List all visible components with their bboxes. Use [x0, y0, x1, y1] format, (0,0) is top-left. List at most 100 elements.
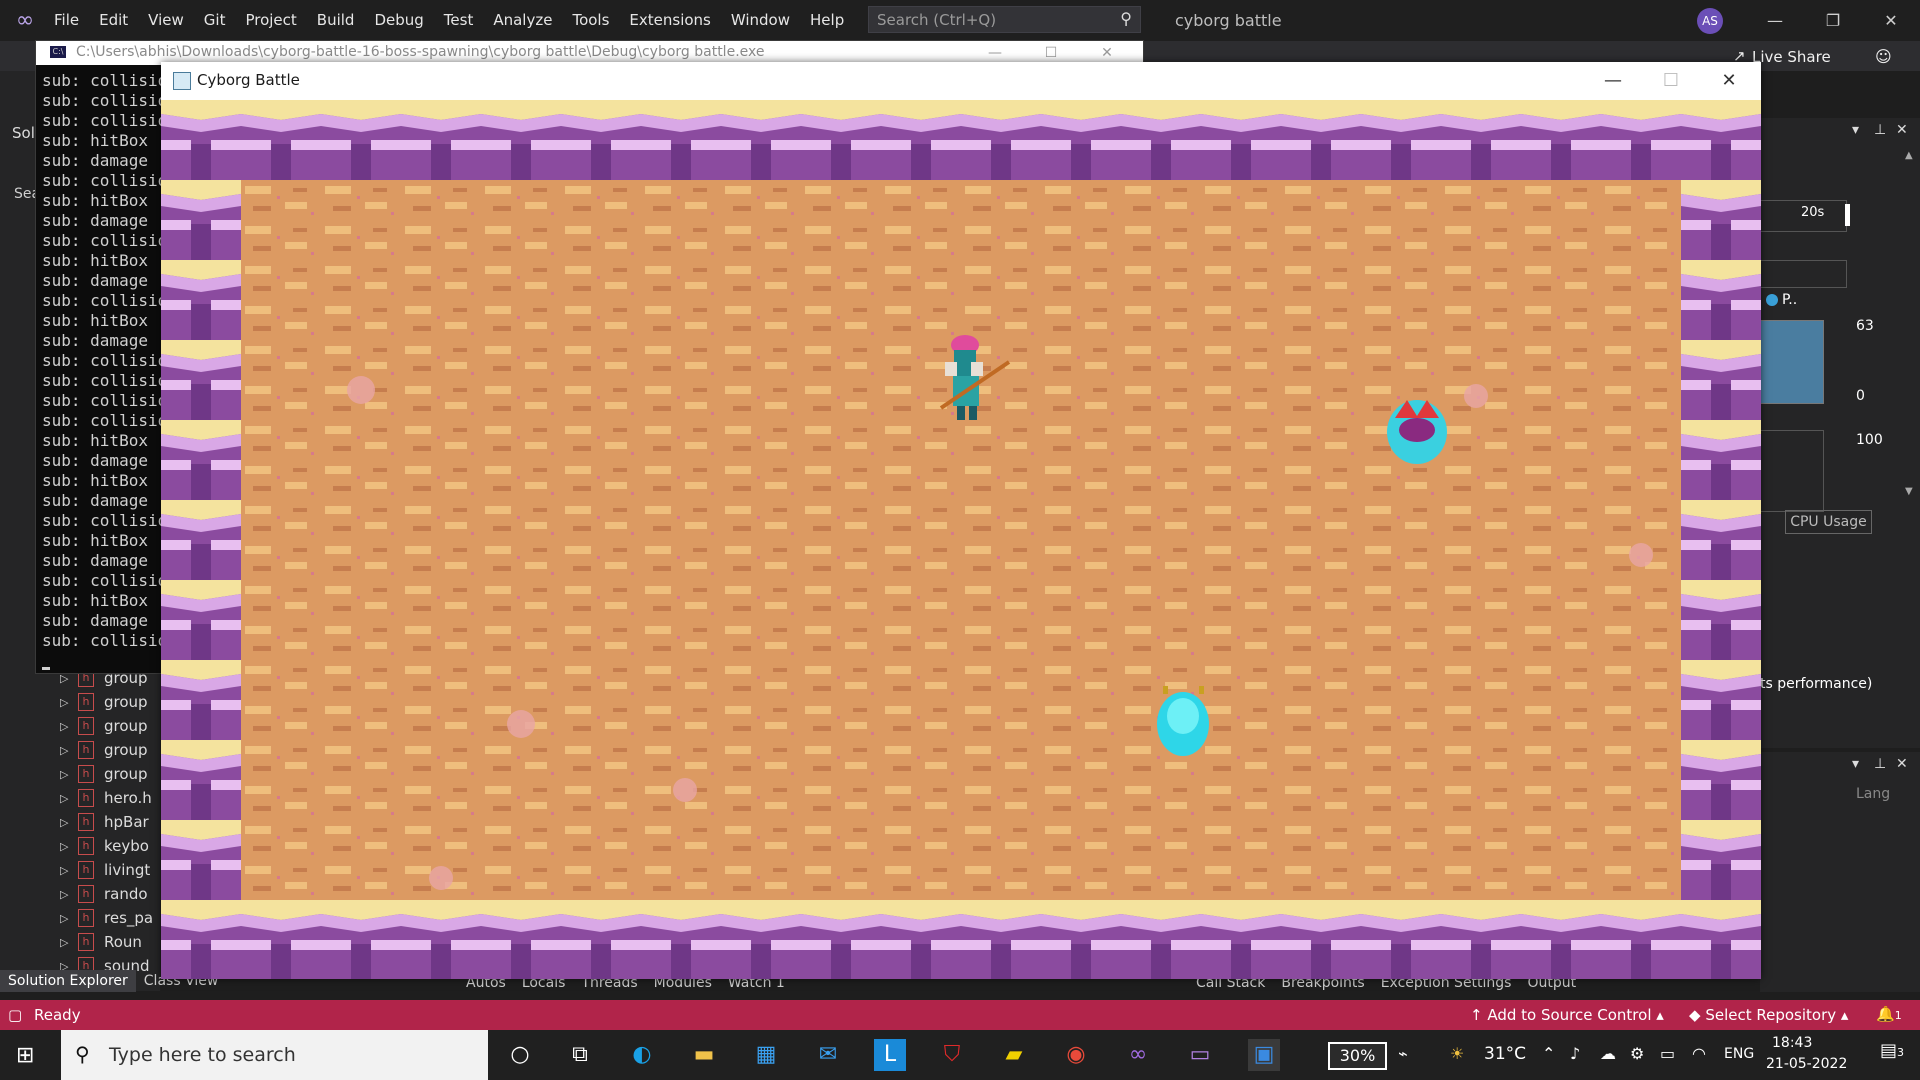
cpu-usage-tab[interactable]: CPU Usage [1785, 510, 1872, 534]
chevron-down-icon[interactable]: ▾ [1852, 756, 1859, 772]
game-minimize-icon[interactable]: — [1584, 62, 1642, 100]
notifications-bell-icon[interactable]: 🔔1 [1876, 1005, 1902, 1023]
edge-icon[interactable]: ◐ [626, 1039, 658, 1071]
cpu-max-label: 100 [1856, 432, 1883, 448]
menu-edit[interactable]: Edit [89, 0, 138, 41]
game-app-taskbar-icon[interactable]: ▣ [1248, 1039, 1280, 1071]
menu-window[interactable]: Window [721, 0, 800, 41]
restore-icon[interactable]: ❐ [1820, 8, 1846, 34]
scroll-down-icon[interactable]: ▼ [1905, 486, 1913, 497]
game-window[interactable]: Cyborg Battle — ☐ ✕ [161, 62, 1761, 979]
solution-tree-item[interactable]: ▷ h keybo [60, 834, 149, 858]
close-icon[interactable]: ✕ [1878, 8, 1904, 34]
plug-icon[interactable]: ⌁ [1398, 1044, 1408, 1063]
feedback-icon[interactable]: ☺ [1875, 47, 1892, 66]
header-file-icon: h [78, 741, 94, 759]
menu-test[interactable]: Test [434, 0, 484, 41]
sticky-notes-icon[interactable]: ▰ [998, 1039, 1030, 1071]
select-repository-button[interactable]: ◆ Select Repository ▴ [1689, 1006, 1848, 1024]
expand-arrow-icon[interactable]: ▷ [60, 792, 78, 805]
file-explorer-icon[interactable]: ▬ [688, 1039, 720, 1071]
chevron-up-icon[interactable]: ⌃ [1542, 1044, 1555, 1063]
solution-tree-item[interactable]: ▷ h Roun [60, 930, 142, 954]
expand-arrow-icon[interactable]: ▷ [60, 840, 78, 853]
expand-arrow-icon[interactable]: ▷ [60, 720, 78, 733]
volume-icon[interactable]: ♪ [1570, 1044, 1580, 1063]
temperature[interactable]: 31°C [1484, 1044, 1526, 1064]
tree-item-label: keybo [104, 837, 149, 855]
menu-git[interactable]: Git [194, 0, 236, 41]
menu-analyze[interactable]: Analyze [483, 0, 562, 41]
tree-item-label: livingt [104, 861, 151, 879]
panel-close-icon[interactable]: ✕ [1896, 756, 1908, 772]
game-canvas[interactable] [161, 100, 1761, 979]
expand-arrow-icon[interactable]: ▷ [60, 744, 78, 757]
network-icon[interactable]: ▭ [1660, 1044, 1675, 1063]
menu-project[interactable]: Project [235, 0, 306, 41]
game-maximize-icon[interactable]: ☐ [1642, 62, 1700, 100]
tab-solution-explorer[interactable]: Solution Explorer [0, 970, 136, 992]
menu-view[interactable]: View [138, 0, 194, 41]
header-file-icon: h [78, 813, 94, 831]
expand-arrow-icon[interactable]: ▷ [60, 696, 78, 709]
menu-debug[interactable]: Debug [364, 0, 433, 41]
solution-tree-item[interactable]: ▷ h group [60, 690, 148, 714]
timeline-marker[interactable] [1845, 204, 1850, 226]
scroll-up-icon[interactable]: ▲ [1905, 150, 1913, 161]
wifi-icon[interactable]: ◠ [1692, 1044, 1706, 1063]
app-l-icon[interactable]: L [874, 1039, 906, 1071]
solution-tree-item[interactable]: ▷ h group [60, 738, 148, 762]
task-view-icon[interactable]: ⧉ [564, 1039, 596, 1071]
menu-tools[interactable]: Tools [562, 0, 619, 41]
search-icon: ⚲ [1120, 9, 1132, 28]
onedrive-icon[interactable]: ☁ [1600, 1044, 1616, 1063]
console-app-taskbar-icon[interactable]: ▭ [1184, 1039, 1216, 1071]
language-indicator[interactable]: ENG [1724, 1046, 1754, 1062]
solution-tree-item[interactable]: ▷ h hero.h [60, 786, 152, 810]
solution-tree-item[interactable]: ▷ h group [60, 714, 148, 738]
game-app-icon [173, 72, 191, 90]
minimize-icon[interactable]: — [1762, 8, 1788, 34]
expand-arrow-icon[interactable]: ▷ [60, 888, 78, 901]
diagnostic-tools-panel: ▾ ⊥ ✕ 20s P.. 63 0 100 CPU Usage ts perf… [1760, 118, 1920, 748]
expand-arrow-icon[interactable]: ▷ [60, 816, 78, 829]
chrome-icon[interactable]: ◉ [1060, 1039, 1092, 1071]
game-title-bar[interactable]: Cyborg Battle — ☐ ✕ [161, 62, 1761, 100]
menu-extensions[interactable]: Extensions [619, 0, 720, 41]
expand-arrow-icon[interactable]: ▷ [60, 936, 78, 949]
weather-icon[interactable]: ☀ [1450, 1044, 1464, 1063]
avatar[interactable]: AS [1697, 8, 1723, 34]
expand-arrow-icon[interactable]: ▷ [60, 864, 78, 877]
tray-app-icon[interactable]: ⚙ [1630, 1044, 1644, 1063]
clock-date[interactable]: 21-05-2022 [1766, 1056, 1847, 1072]
expand-arrow-icon[interactable]: ▷ [60, 912, 78, 925]
solution-tree-item[interactable]: ▷ h hpBar [60, 810, 149, 834]
live-share-button[interactable]: Live Share [1752, 48, 1831, 66]
cortana-icon[interactable]: ○ [504, 1039, 536, 1071]
vs-search-box[interactable]: Search (Ctrl+Q) ⚲ [868, 6, 1141, 33]
pin-icon[interactable]: ⊥ [1874, 122, 1886, 138]
game-close-icon[interactable]: ✕ [1700, 62, 1758, 100]
visual-studio-logo-icon[interactable]: ∞ [12, 8, 38, 34]
store-icon[interactable]: ▦ [750, 1039, 782, 1071]
battery-indicator[interactable]: 30% [1328, 1042, 1387, 1070]
menu-help[interactable]: Help [800, 0, 854, 41]
solution-tree-item[interactable]: ▷ h res_pa [60, 906, 153, 930]
chevron-down-icon[interactable]: ▾ [1852, 122, 1859, 138]
clock-time[interactable]: 18:43 [1772, 1035, 1812, 1051]
mail-icon[interactable]: ✉ [812, 1039, 844, 1071]
action-center-icon[interactable]: ▤3 [1880, 1040, 1904, 1061]
windows-start-icon[interactable]: ⊞ [16, 1043, 34, 1068]
solution-tree-item[interactable]: ▷ h livingt [60, 858, 150, 882]
menu-file[interactable]: File [44, 0, 89, 41]
panel-close-icon[interactable]: ✕ [1896, 122, 1908, 138]
solution-tree-item[interactable]: ▷ h rando [60, 882, 148, 906]
visual-studio-icon[interactable]: ∞ [1122, 1039, 1154, 1071]
add-to-source-control-button[interactable]: ↑ Add to Source Control ▴ [1470, 1006, 1664, 1024]
expand-arrow-icon[interactable]: ▷ [60, 768, 78, 781]
taskbar-search-box[interactable]: ⚲ Type here to search [61, 1030, 488, 1080]
pin-icon[interactable]: ⊥ [1874, 756, 1886, 772]
mcafee-icon[interactable]: ⛉ [936, 1039, 968, 1071]
solution-tree-item[interactable]: ▷ h group [60, 762, 148, 786]
menu-build[interactable]: Build [307, 0, 365, 41]
